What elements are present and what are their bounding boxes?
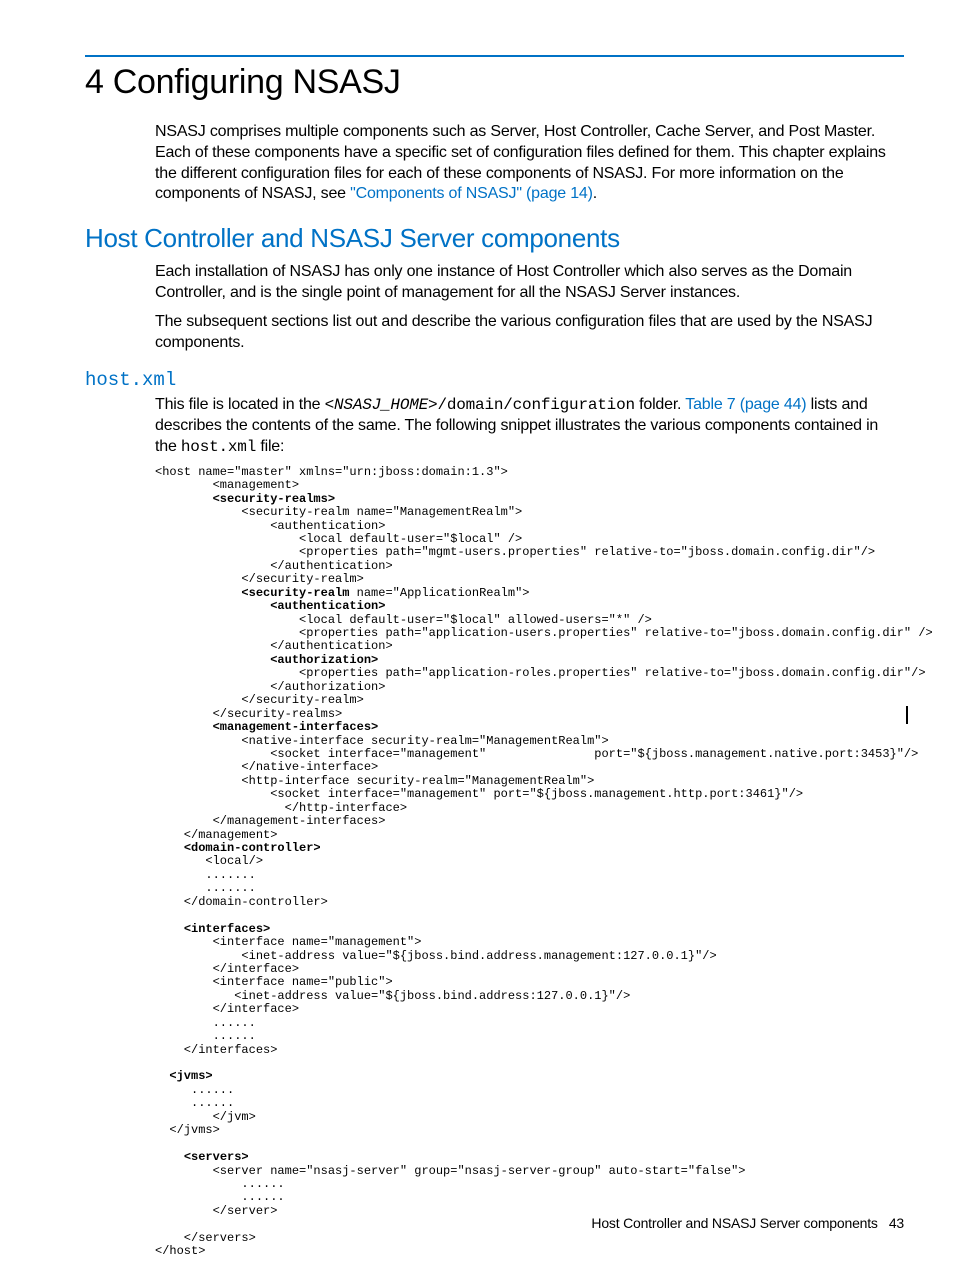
- file-desc-pre: This file is located in the: [155, 396, 325, 413]
- chapter-title: 4 Configuring NSASJ: [85, 63, 904, 102]
- intro-paragraph: NSASJ comprises multiple components such…: [155, 122, 900, 205]
- section-title: Host Controller and NSASJ Server compone…: [85, 223, 904, 254]
- file-desc-after-path: folder.: [635, 396, 685, 413]
- components-link[interactable]: "Components of NSASJ" (page 14): [350, 185, 593, 202]
- text-cursor: [906, 706, 908, 724]
- section-body: Each installation of NSASJ has only one …: [155, 262, 900, 353]
- top-rule: [85, 55, 904, 57]
- file-path-em: <NSASJ_HOME>: [325, 396, 438, 414]
- section-p1: Each installation of NSASJ has only one …: [155, 262, 900, 304]
- section-p2: The subsequent sections list out and des…: [155, 312, 900, 354]
- code-block: <host name="master" xmlns="urn:jboss:dom…: [155, 466, 904, 1259]
- file-path-rest: /domain/configuration: [437, 396, 634, 414]
- footer-page: 43: [889, 1215, 904, 1231]
- page-footer: Host Controller and NSASJ Server compone…: [591, 1215, 904, 1231]
- footer-text: Host Controller and NSASJ Server compone…: [591, 1215, 877, 1231]
- table7-link[interactable]: Table 7 (page 44): [685, 396, 806, 413]
- file-desc-filename: host.xml: [181, 438, 256, 456]
- file-heading: host.xml: [85, 369, 904, 391]
- file-description: This file is located in the <NSASJ_HOME>…: [155, 395, 900, 457]
- file-desc-end: file:: [256, 438, 284, 455]
- intro-text-b: .: [593, 185, 597, 202]
